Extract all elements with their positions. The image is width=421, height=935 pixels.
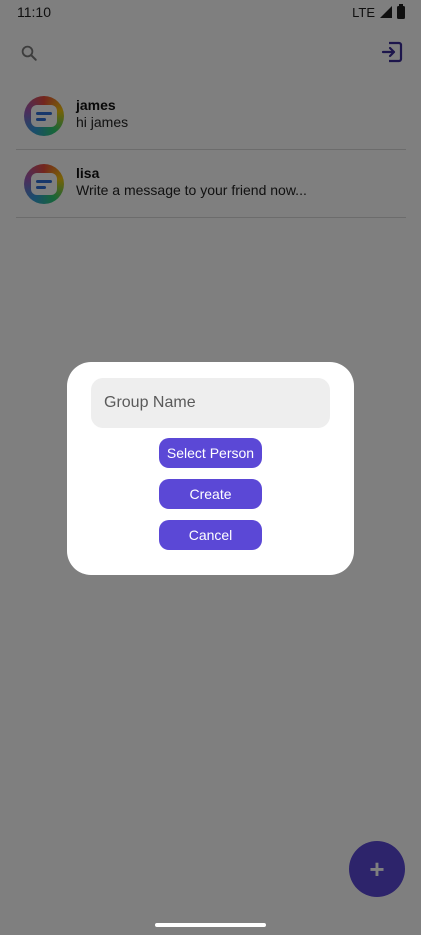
app-screen: 11:10 LTE james hi james lisa bbox=[0, 0, 421, 935]
create-group-dialog: Select Person Create Cancel bbox=[67, 362, 354, 575]
select-person-button[interactable]: Select Person bbox=[159, 438, 262, 468]
gesture-nav-handle[interactable] bbox=[155, 923, 266, 927]
group-name-input[interactable] bbox=[91, 378, 330, 428]
create-button[interactable]: Create bbox=[159, 479, 262, 509]
cancel-button[interactable]: Cancel bbox=[159, 520, 262, 550]
